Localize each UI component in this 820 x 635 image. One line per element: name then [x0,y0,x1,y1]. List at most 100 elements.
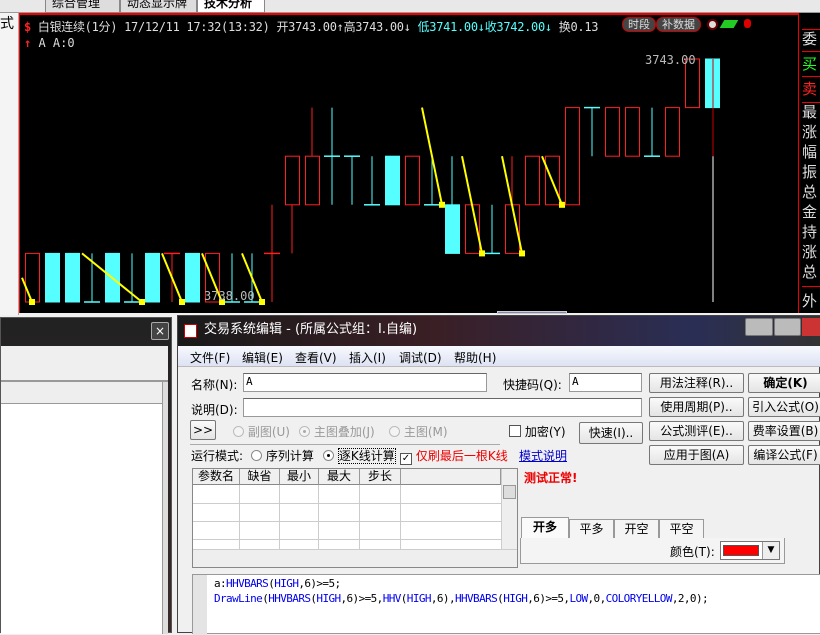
fee-settings-button[interactable]: 费率设置(B) [748,421,820,441]
minimize-button[interactable] [745,318,773,336]
tab-close-long[interactable]: 平多 [569,519,614,538]
radio-main-chart[interactable]: 主图(M) [389,423,448,440]
radio-sequence-calc[interactable]: 序列计算 [251,447,314,464]
instrument-name: 白银连续(1分) [37,20,118,34]
column-header-default[interactable]: 缺省 [240,469,280,485]
quote-label: 金 [802,204,818,221]
tab-comprehensive-management[interactable]: 综合管理 [45,0,120,13]
vertical-scrollbar[interactable] [501,469,517,549]
usage-period-button[interactable]: 使用周期(P).. [649,397,744,417]
menu-file[interactable]: 文件(F) [190,349,230,366]
column-header-param-name[interactable]: 参数名 [193,469,240,485]
dialog-title-bar[interactable]: 交易系统编辑 - (所属公式组：I.自编) [178,316,820,346]
name-input[interactable]: A [243,373,487,392]
drawline-endpoint [439,201,445,208]
panel-scrollbar[interactable] [162,382,168,634]
radio-subchart[interactable]: 副图(U) [233,423,290,440]
code-text: ,6)>=5, [340,592,384,605]
radio-label: 主图(M) [403,425,448,439]
close-button[interactable]: × [151,322,169,340]
shortcut-input[interactable]: A [569,373,642,392]
candle-body [305,155,320,206]
ok-button[interactable]: 确定(K) [748,373,820,393]
code-text: ,6)>=5; [298,577,341,590]
quote-label: 涨 [802,244,818,261]
scrollbar-thumb[interactable] [503,485,516,499]
checkbox-checked: ✓ [400,453,412,465]
menu-bar: 文件(F) 编辑(E) 查看(V) 插入(I) 调试(D) 帮助(H) [178,346,820,367]
mic-icon[interactable] [744,19,751,28]
parameter-table[interactable]: 参数名 缺省 最小 最大 步长 [192,468,518,568]
tab-open-short[interactable]: 开空 [614,519,659,538]
column-header-step[interactable]: 步长 [360,469,401,485]
candle-body [625,107,640,157]
chevron-down-icon[interactable]: ▼ [762,542,779,559]
menu-view[interactable]: 查看(V) [295,349,337,366]
grid-row-line [193,521,501,522]
maximize-button[interactable] [774,318,801,336]
menu-insert[interactable]: 插入(I) [349,349,386,366]
indicator-value: A A:0 [38,36,75,50]
indicator-line: ↑ A A:0 [24,36,75,50]
panel-list[interactable] [1,404,162,634]
quote-panel: 委 买 卖 最 涨 幅 振 总 金 持 涨 总 外 [798,13,820,313]
column-header-min[interactable]: 最小 [280,469,319,485]
radio-circle [389,426,400,437]
usage-notes-button[interactable]: 用法注释(R).. [649,373,744,393]
period-button[interactable]: 时段 [622,17,656,32]
drawline-endpoint [29,299,35,305]
app-icon [184,324,197,338]
expand-button[interactable]: >> [190,420,216,440]
radio-per-bar-calc[interactable]: 逐K线计算 [323,447,396,464]
open-price: 开3743.00↑ [276,20,344,34]
tab-dynamic-board[interactable]: 动态显示牌 [120,0,197,13]
encrypt-checkbox[interactable]: 加密(Y) [509,423,566,440]
code-line: a:HHVBARS(HIGH,6)>=5; [214,577,341,590]
close-button[interactable] [802,318,820,336]
code-keyword: HIGH [406,592,432,605]
color-dropdown[interactable]: ▼ [720,541,780,560]
supplement-data-button[interactable]: 补数据 [656,17,701,32]
candle-body [565,107,580,206]
candle-body [405,155,420,206]
dialog-title: 交易系统编辑 - (所属公式组：I.自编) [204,322,418,337]
kline-chart[interactable]: 3738.00 3743.00 $ 白银连续(1分) 17/12/11 17:32… [19,13,798,314]
radio-label: 副图(U) [247,425,290,439]
column-header-max[interactable]: 最大 [319,469,360,485]
candle-body [385,155,400,206]
radio-circle [323,450,334,461]
chart-header: $ 白银连续(1分) 17/12/11 17:32(13:32) 开3743.0… [24,18,598,35]
column-header-blank [401,469,501,485]
menu-help[interactable]: 帮助(H) [454,349,496,366]
code-keyword: DrawLine [214,592,263,605]
formula-code-editor[interactable]: a:HHVBARS(HIGH,6)>=5; DrawLine(HHVBARS(HI… [192,574,820,635]
menu-debug[interactable]: 调试(D) [399,349,442,366]
signal-tab-panel: 颜色(T): ▼ [520,538,785,564]
candle-body [45,252,60,303]
divider [190,444,500,445]
tab-open-long[interactable]: 开多 [521,517,569,538]
tab-technical-analysis[interactable]: 技术分析 [197,0,265,13]
compile-formula-button[interactable]: 编译公式(F) [748,445,820,465]
code-keyword: HIGH [503,592,528,605]
last-bar-only-checkbox[interactable]: ✓ 仅刷最后一根K线 [400,447,508,465]
shortcut-label: 快捷码(Q): [503,378,562,392]
quote-label: 总 [802,264,818,281]
code-text: a: [214,577,227,590]
high-price-label: 3743.00 [645,53,696,67]
quick-button[interactable]: 快速(I).. [579,422,643,444]
clock-icon[interactable] [707,19,718,30]
menu-edit[interactable]: 编辑(E) [242,349,283,366]
code-keyword: HHVBARS [226,577,269,590]
radio-main-overlay[interactable]: 主图叠加(J) [299,423,375,440]
apply-to-chart-button[interactable]: 应用于图(A) [649,445,744,465]
description-input[interactable] [243,398,642,417]
code-keyword: LOW [569,592,588,605]
mode-help-link[interactable]: 模式说明 [519,447,567,464]
chart-scrollbar[interactable] [497,311,567,314]
tab-close-short[interactable]: 平空 [659,519,704,538]
quote-label: 最 [802,104,818,121]
formula-evaluate-button[interactable]: 公式测评(E).. [649,421,744,441]
horizontal-scrollbar[interactable] [193,549,517,567]
import-formula-button[interactable]: 引入公式(O) [748,397,820,417]
